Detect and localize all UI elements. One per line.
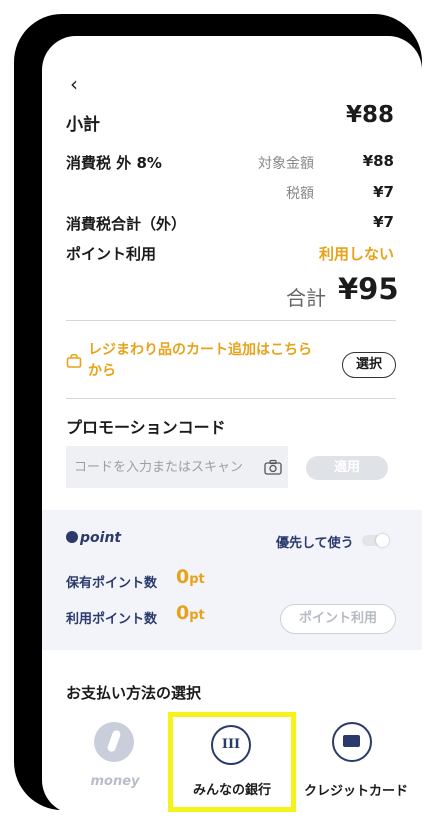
tax-label: 消費税 外 8% [66, 154, 162, 172]
tax-total-label: 消費税合計（外） [66, 215, 187, 233]
checkout-screen: ‹ 小計 ¥88 消費税 外 8% 対象金額 ¥88 税額 ¥7 消費税合計（外… [42, 36, 422, 814]
use-points-unit: pt [189, 608, 205, 623]
point-logo-icon [66, 531, 78, 543]
payment-method-label: クレジットカード [303, 784, 408, 799]
taxable-value: ¥88 [362, 152, 394, 170]
payment-method-label: みんなの銀行 [192, 783, 271, 798]
bank-logo-text: III [221, 737, 241, 752]
priority-label: 優先して使う [276, 536, 354, 551]
promo-title: プロモーションコード [66, 418, 226, 437]
total-label: 合計 [286, 286, 326, 310]
select-button[interactable]: 選択 [342, 352, 396, 378]
points-use-label: ポイント利用 [66, 245, 157, 263]
payment-title: お支払い方法の選択 [66, 684, 202, 702]
payment-method-credit-card[interactable]: クレジットカード [300, 712, 410, 812]
payment-method-label: money [90, 774, 140, 789]
subtotal-value: ¥88 [345, 102, 394, 128]
total-value: ¥95 [338, 272, 399, 306]
held-points-value: 0pt [176, 566, 205, 588]
cart-addon-link[interactable]: レジまわり品のカート追加はこちらから [88, 340, 318, 382]
camera-icon[interactable] [264, 459, 282, 475]
tax-total-value: ¥7 [373, 213, 394, 231]
money-flame-icon [94, 722, 134, 762]
use-points-value: 0pt [176, 602, 205, 624]
divider [66, 320, 396, 321]
point-logo: point [66, 530, 121, 546]
held-points-unit: pt [189, 572, 205, 587]
held-points-number: 0 [176, 566, 190, 588]
back-button[interactable]: ‹ [70, 72, 78, 96]
use-points-label: 利用ポイント数 [66, 612, 158, 627]
payment-method-money[interactable]: money [60, 712, 170, 812]
payment-method-bank[interactable]: III みんなの銀行 [168, 712, 296, 812]
priority-toggle[interactable] [362, 534, 389, 547]
phone-frame: ‹ 小計 ¥88 消費税 外 8% 対象金額 ¥88 税額 ¥7 消費税合計（外… [14, 14, 422, 814]
shopping-bag-icon [66, 354, 82, 368]
divider [66, 398, 396, 399]
taxable-label: 対象金額 [258, 156, 314, 172]
bank-logo-icon: III [211, 725, 251, 765]
tax-amount-label: 税額 [286, 186, 314, 202]
apply-button[interactable]: 適用 [306, 456, 388, 480]
tax-amount-value: ¥7 [373, 183, 394, 201]
credit-card-icon [332, 722, 372, 762]
points-use-value[interactable]: 利用しない [274, 243, 394, 264]
promo-code-input[interactable] [66, 446, 288, 488]
subtotal-label: 小計 [66, 115, 100, 135]
toggle-knob [376, 534, 389, 547]
use-points-number: 0 [176, 602, 190, 624]
use-points-button[interactable]: ポイント利用 [280, 604, 396, 634]
point-logo-text: point [80, 530, 122, 546]
held-points-label: 保有ポイント数 [66, 576, 158, 591]
